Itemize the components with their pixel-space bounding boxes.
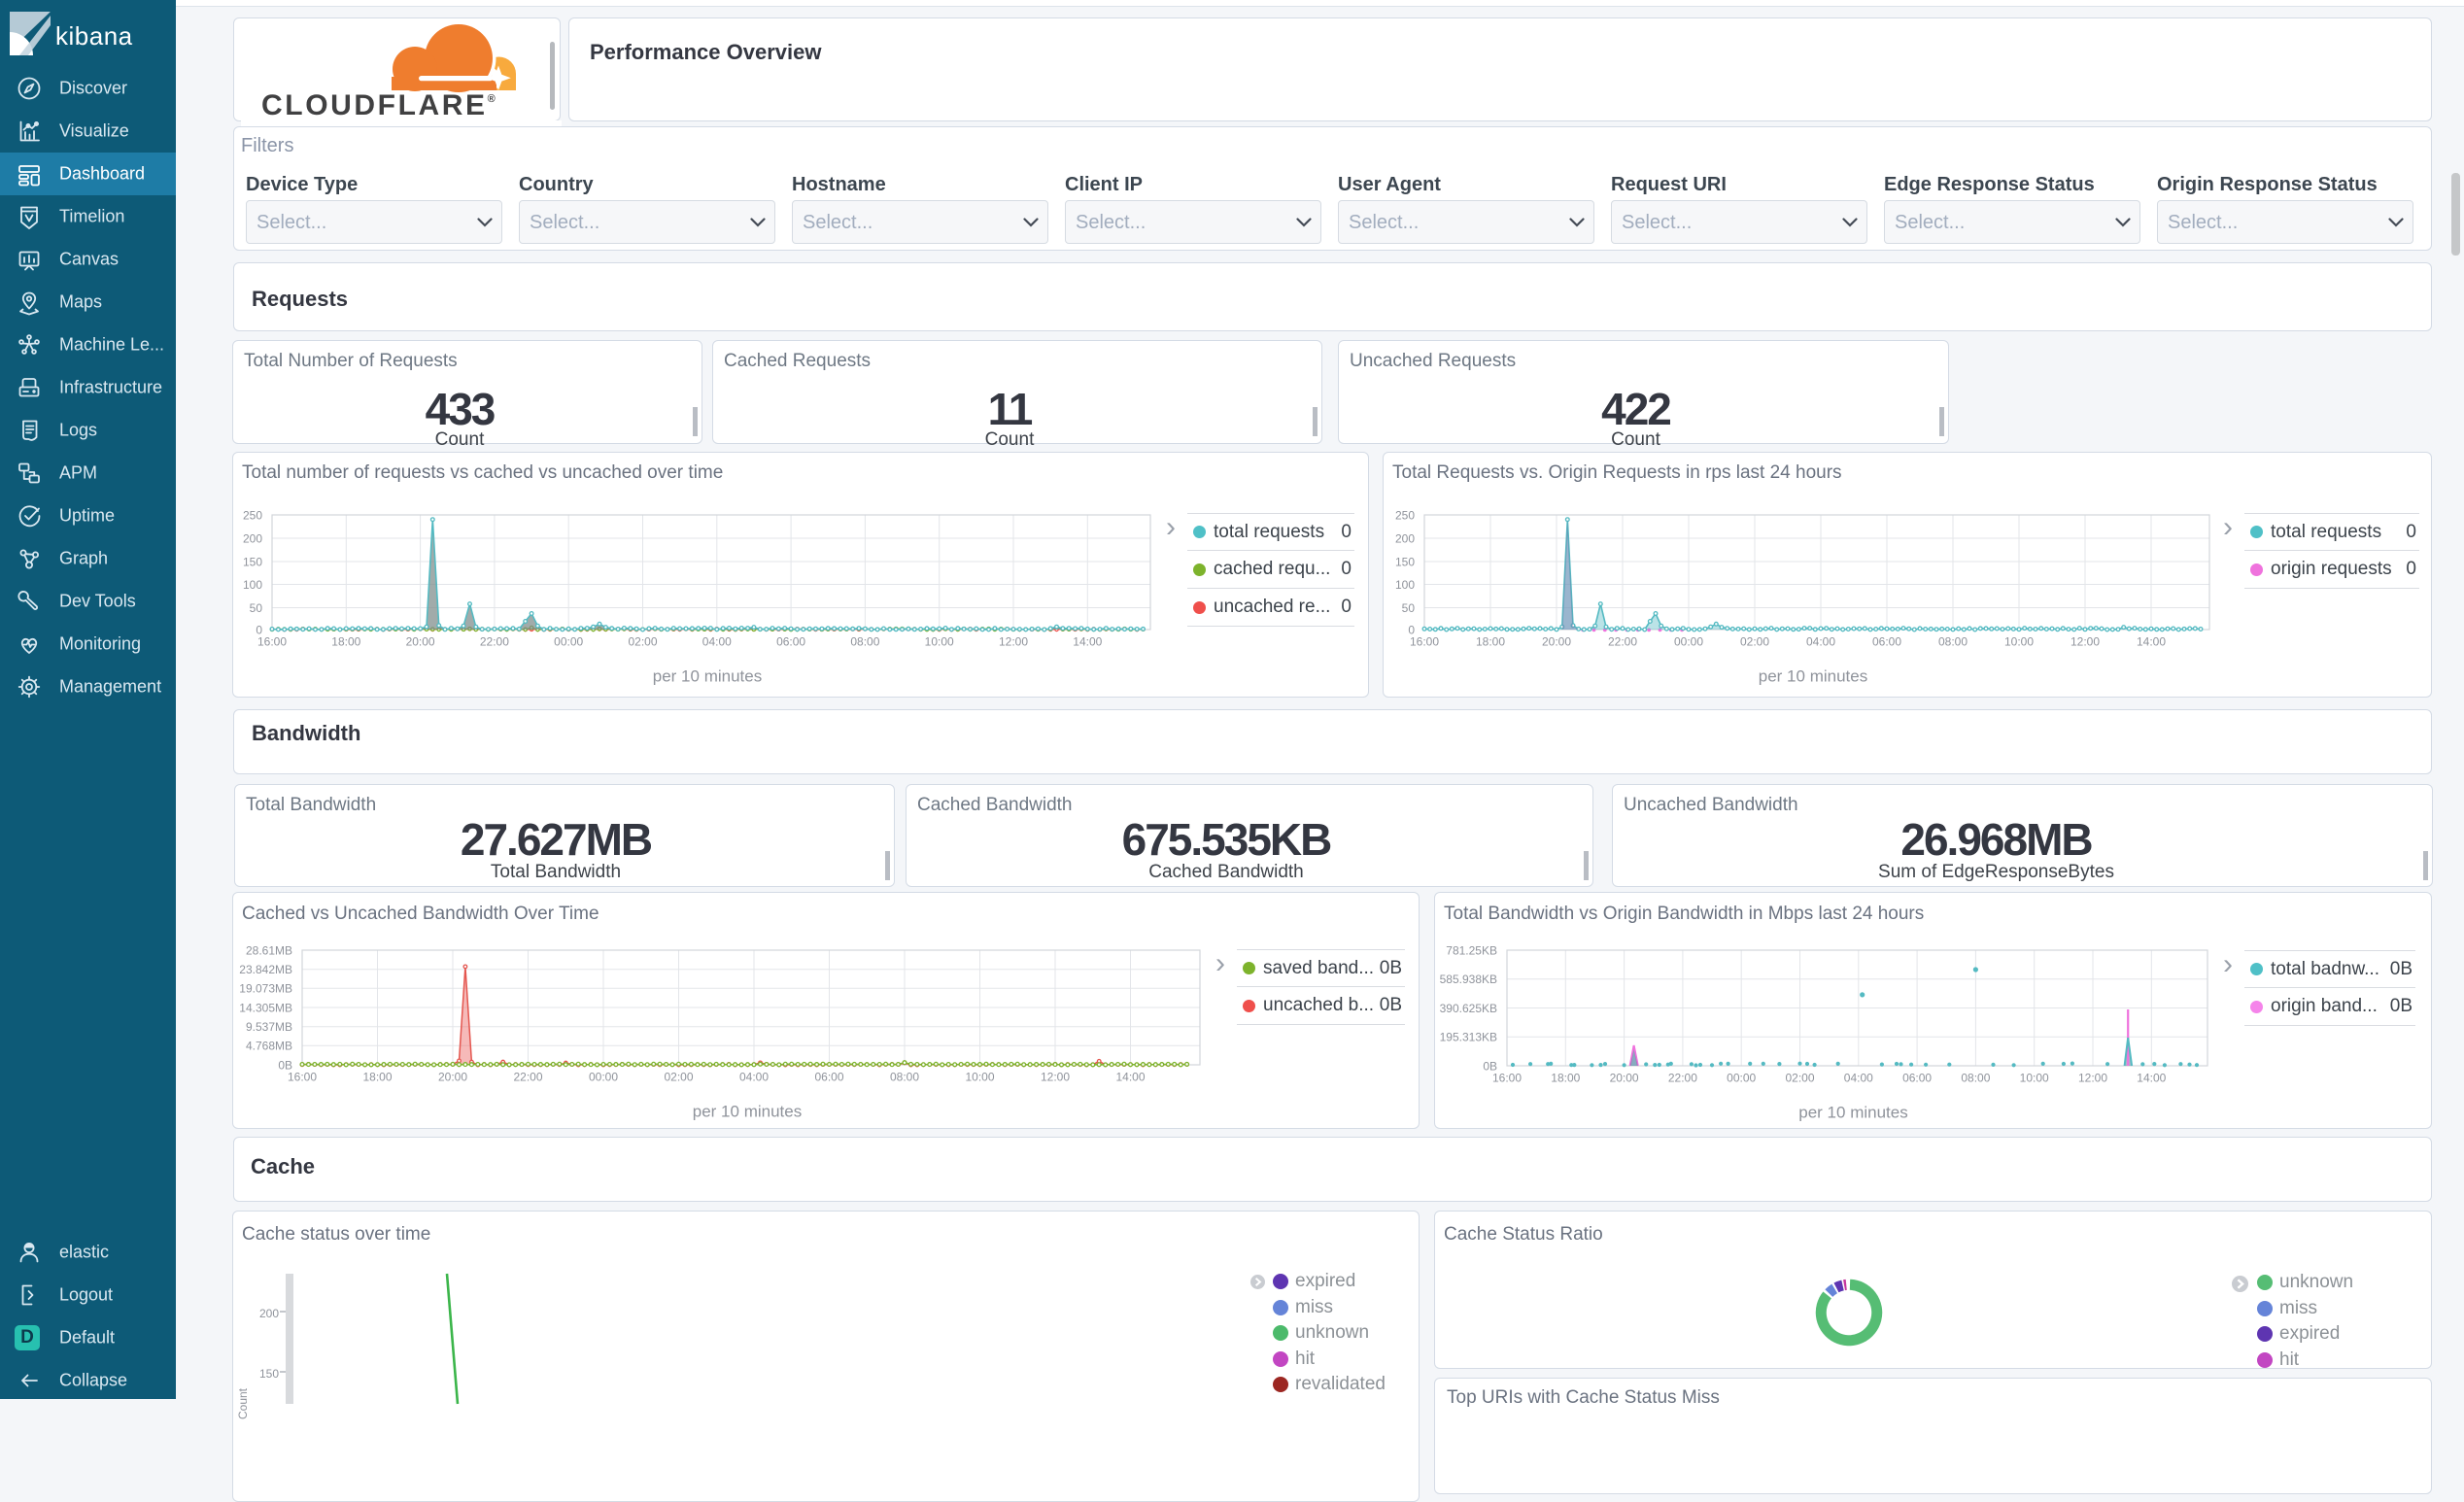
svg-text:02:00: 02:00 <box>1785 1072 1814 1085</box>
svg-text:00:00: 00:00 <box>554 635 583 649</box>
svg-text:20:00: 20:00 <box>1542 635 1571 649</box>
svg-text:195.313KB: 195.313KB <box>1440 1031 1497 1044</box>
svg-text:22:00: 22:00 <box>513 1071 542 1084</box>
svg-text:19.073MB: 19.073MB <box>239 982 292 996</box>
svg-text:23.842MB: 23.842MB <box>239 963 292 976</box>
svg-text:06:00: 06:00 <box>814 1071 843 1084</box>
svg-text:250: 250 <box>1395 508 1415 522</box>
svg-text:20:00: 20:00 <box>438 1071 467 1084</box>
svg-text:00:00: 00:00 <box>1727 1072 1756 1085</box>
svg-text:18:00: 18:00 <box>331 635 360 649</box>
svg-text:06:00: 06:00 <box>1902 1072 1932 1085</box>
svg-text:150: 150 <box>259 1367 279 1381</box>
svg-text:20:00: 20:00 <box>406 635 435 649</box>
svg-text:250: 250 <box>243 508 262 522</box>
svg-text:02:00: 02:00 <box>628 635 657 649</box>
svg-text:390.625KB: 390.625KB <box>1440 1002 1497 1015</box>
svg-text:200: 200 <box>259 1307 279 1320</box>
svg-text:16:00: 16:00 <box>1410 635 1439 649</box>
svg-text:per 10 minutes: per 10 minutes <box>653 667 762 686</box>
svg-text:100: 100 <box>1395 578 1415 592</box>
svg-text:18:00: 18:00 <box>1551 1072 1580 1085</box>
svg-text:18:00: 18:00 <box>1476 635 1505 649</box>
svg-text:12:00: 12:00 <box>2070 635 2100 649</box>
svg-text:10:00: 10:00 <box>2004 635 2034 649</box>
svg-text:08:00: 08:00 <box>1938 635 1968 649</box>
svg-text:16:00: 16:00 <box>257 635 287 649</box>
svg-text:12:00: 12:00 <box>999 635 1028 649</box>
svg-text:08:00: 08:00 <box>850 635 879 649</box>
svg-text:16:00: 16:00 <box>1492 1072 1522 1085</box>
svg-text:100: 100 <box>243 578 262 592</box>
svg-text:00:00: 00:00 <box>1674 635 1703 649</box>
svg-text:14.305MB: 14.305MB <box>239 1001 292 1014</box>
svg-text:per 10 minutes: per 10 minutes <box>693 1103 802 1121</box>
svg-text:585.938KB: 585.938KB <box>1440 973 1497 986</box>
svg-text:04:00: 04:00 <box>702 635 732 649</box>
svg-text:14:00: 14:00 <box>2137 635 2166 649</box>
svg-text:08:00: 08:00 <box>890 1071 919 1084</box>
svg-text:08:00: 08:00 <box>1961 1072 1990 1085</box>
svg-text:781.25KB: 781.25KB <box>1446 943 1497 957</box>
svg-text:04:00: 04:00 <box>1806 635 1835 649</box>
svg-text:00:00: 00:00 <box>589 1071 618 1084</box>
svg-text:22:00: 22:00 <box>1668 1072 1697 1085</box>
svg-text:14:00: 14:00 <box>2137 1072 2166 1085</box>
svg-text:04:00: 04:00 <box>739 1071 769 1084</box>
svg-text:28.61MB: 28.61MB <box>246 943 292 957</box>
svg-text:10:00: 10:00 <box>965 1071 994 1084</box>
svg-text:02:00: 02:00 <box>1740 635 1769 649</box>
svg-text:50: 50 <box>250 601 263 615</box>
svg-text:50: 50 <box>1402 601 1416 615</box>
svg-text:06:00: 06:00 <box>1872 635 1901 649</box>
svg-text:12:00: 12:00 <box>1041 1071 1070 1084</box>
svg-text:20:00: 20:00 <box>1610 1072 1639 1085</box>
svg-text:04:00: 04:00 <box>1844 1072 1873 1085</box>
svg-text:22:00: 22:00 <box>480 635 509 649</box>
svg-text:per 10 minutes: per 10 minutes <box>1759 667 1867 686</box>
svg-text:16:00: 16:00 <box>288 1071 317 1084</box>
svg-text:06:00: 06:00 <box>776 635 805 649</box>
svg-text:Count: Count <box>236 1387 250 1419</box>
svg-text:22:00: 22:00 <box>1608 635 1637 649</box>
svg-text:200: 200 <box>243 531 262 545</box>
svg-text:per 10 minutes: per 10 minutes <box>1798 1104 1907 1122</box>
svg-text:4.768MB: 4.768MB <box>246 1040 292 1053</box>
svg-text:10:00: 10:00 <box>925 635 954 649</box>
svg-text:12:00: 12:00 <box>2078 1072 2107 1085</box>
svg-text:9.537MB: 9.537MB <box>246 1020 292 1034</box>
svg-text:14:00: 14:00 <box>1073 635 1102 649</box>
svg-text:200: 200 <box>1395 531 1415 545</box>
svg-text:02:00: 02:00 <box>664 1071 693 1084</box>
svg-text:150: 150 <box>1395 555 1415 568</box>
svg-text:18:00: 18:00 <box>362 1071 392 1084</box>
svg-text:14:00: 14:00 <box>1115 1071 1145 1084</box>
svg-text:10:00: 10:00 <box>2020 1072 2049 1085</box>
svg-text:150: 150 <box>243 555 262 568</box>
